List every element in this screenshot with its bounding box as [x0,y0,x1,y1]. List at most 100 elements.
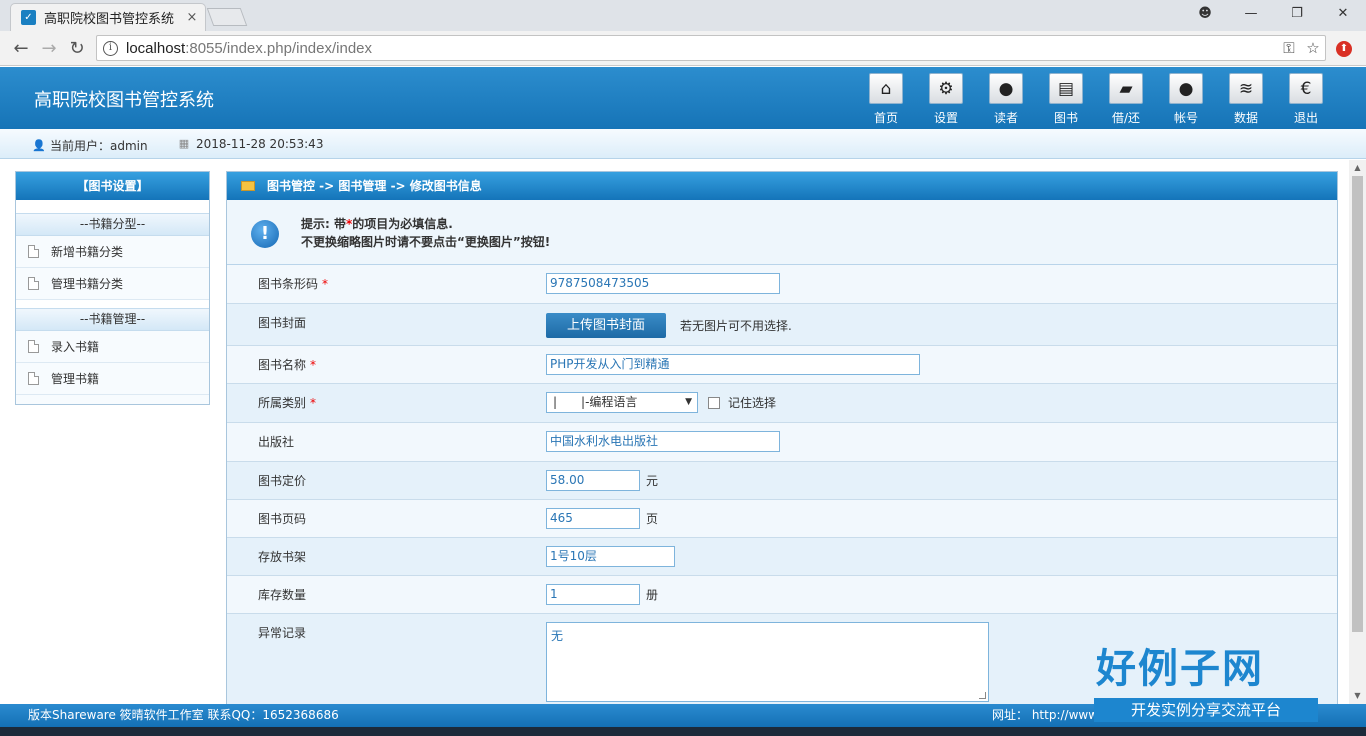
barcode-label: 图书条形码 [258,277,319,291]
footer-copyright: 版本Shareware 筱晴软件工作室 联系QQ：1652368686 [28,708,339,722]
scrollbar-thumb[interactable] [1352,176,1363,632]
field-value: 中国水利水电出版社 [546,431,780,452]
browser-tab[interactable]: ✓ 高职院校图书管控系统 × [10,3,206,31]
remark-textarea[interactable]: 无 [546,622,989,702]
app-header: 高职院校图书管控系统 ⌂ 首页 ⚙ 设置 ● 读者 ▤ 图书 ▰ 借/还 ● 帐… [0,67,1366,129]
sidebar-item-add-category[interactable]: 新增书籍分类 [16,236,209,268]
upload-cover-button[interactable]: 上传图书封面 [546,313,666,338]
password-key-icon[interactable]: ⚿ [1277,39,1301,57]
calendar-icon: ▦ [178,137,190,150]
sidebar-group-title: --书籍管理-- [16,308,209,331]
sidebar-group-title: --书籍分型-- [16,213,209,236]
cover-hint: 若无图片可不用选择. [680,319,792,333]
tip-line1-b: 的项目为必填信息. [352,217,453,231]
current-datetime: ▦ 2018-11-28 20:53:43 [178,137,324,151]
nav-label: 读者 [993,111,1018,125]
field-value: 465 页 [546,508,658,529]
book-name-input[interactable]: PHP开发从入门到精通 [546,354,920,375]
url-text[interactable]: localhost:8055/index.php/index/index [126,40,1277,57]
sidebar: 【图书设置】 --书籍分型-- 新增书籍分类 管理书籍分类 --书籍管理-- 录… [15,171,210,405]
required-star: * [322,277,329,291]
restore-icon[interactable]: ❐ [1274,0,1320,28]
category-label: 所属类别 [258,396,307,410]
barcode-input[interactable]: 9787508473505 [546,273,780,294]
sidebar-item-add-book[interactable]: 录入书籍 [16,331,209,363]
watermark-logo: 好例子网 开发实例分享交流平台 [1094,636,1324,726]
remember-checkbox[interactable] [708,396,720,409]
field-value: 无 [546,622,989,702]
tip-box: ! 提示: 带*的项目为必填信息. 不更换缩略图片时请不要点击“更换图片”按钮! [227,200,1337,265]
sidebar-item-label: 录入书籍 [51,340,100,354]
nav-readers[interactable]: ● 读者 [976,73,1036,126]
breadcrumb-text: 图书管控 -> 图书管理 -> 修改图书信息 [267,179,482,193]
nav-label: 首页 [873,111,898,125]
nav-settings[interactable]: ⚙ 设置 [916,73,976,126]
nav-account[interactable]: ● 帐号 [1156,73,1216,126]
remark-label: 异常记录 [258,626,307,640]
document-icon [28,277,39,290]
nav-label: 退出 [1293,111,1318,125]
nav-data[interactable]: ≋ 数据 [1216,73,1276,126]
price-input[interactable]: 58.00 [546,470,640,491]
shelf-input[interactable]: 1号10层 [546,546,675,567]
forward-icon[interactable]: → [38,38,60,60]
close-window-icon[interactable]: ✕ [1320,0,1366,28]
tab-close-icon[interactable]: × [183,10,201,25]
sidebar-item-label: 管理书籍分类 [51,277,124,291]
sidebar-spacer [16,200,209,213]
scroll-up-icon[interactable]: ▲ [1349,160,1366,176]
browser-tabbar: ✓ 高职院校图书管控系统 × ☻ — ❐ ✕ [0,0,1366,31]
form-row-pages: 图书页码 465 页 [227,500,1337,538]
form-row-cover: 图书封面 上传图书封面 若无图片可不用选择. [227,304,1337,346]
minimize-icon[interactable]: — [1228,0,1274,28]
form-row-publisher: 出版社 中国水利水电出版社 [227,423,1337,462]
name-label: 图书名称 [258,358,307,372]
nav-logout[interactable]: € 退出 [1276,73,1336,126]
stock-label: 库存数量 [258,588,307,602]
nav-home[interactable]: ⌂ 首页 [856,73,916,126]
tip-line1-a: 提示: 带 [301,217,346,231]
home-icon: ⌂ [869,73,903,104]
form-row-name: 图书名称 * PHP开发从入门到精通 [227,346,1337,384]
nav-label: 数据 [1233,111,1258,125]
current-user: 👤 当前用户： admin [32,137,148,154]
profile-icon[interactable]: ☻ [1182,0,1228,28]
field-value: PHP开发从入门到精通 [546,354,920,375]
info-icon: ! [251,220,279,248]
back-icon[interactable]: ← [10,38,32,60]
scroll-down-icon[interactable]: ▼ [1349,688,1366,704]
shelf-label: 存放书架 [258,550,307,564]
datetime-text: 2018-11-28 20:53:43 [196,137,324,151]
breadcrumb: 图书管控 -> 图书管理 -> 修改图书信息 [227,172,1337,200]
nav-label: 帐号 [1173,111,1198,125]
user-info-bar: 👤 当前用户： admin ▦ 2018-11-28 20:53:43 [0,129,1366,159]
document-icon [28,245,39,258]
new-tab-button[interactable] [206,8,248,26]
sidebar-item-manage-category[interactable]: 管理书籍分类 [16,268,209,300]
form-row-barcode: 图书条形码 * 9787508473505 [227,265,1337,304]
field-value: | |-编程语言 记住选择 [546,392,776,413]
category-select[interactable]: | |-编程语言 [546,392,698,413]
pages-input[interactable]: 465 [546,508,640,529]
stock-unit: 册 [646,588,659,602]
address-bar[interactable]: i localhost:8055/index.php/index/index ⚿… [96,35,1326,61]
page-scrollbar[interactable]: ▲ ▼ [1349,160,1366,704]
stock-input[interactable]: 1 [546,584,640,605]
pages-unit: 页 [646,512,659,526]
site-info-icon[interactable]: i [103,40,118,56]
watermark-title: 好例子网 [1096,646,1264,692]
user-icon: ● [1169,73,1203,104]
nav-borrow-return[interactable]: ▰ 借/还 [1096,73,1156,126]
document-icon [28,340,39,353]
sidebar-item-manage-books[interactable]: 管理书籍 [16,363,209,395]
reload-icon[interactable]: ↻ [66,38,88,60]
os-taskbar [0,727,1366,736]
publisher-input[interactable]: 中国水利水电出版社 [546,431,780,452]
nav-label: 图书 [1053,111,1078,125]
form-row-price: 图书定价 58.00 元 [227,462,1337,500]
gears-icon: ⚙ [929,73,963,104]
extension-icon[interactable]: ⬆ [1336,41,1352,57]
nav-books[interactable]: ▤ 图书 [1036,73,1096,126]
bookmark-star-icon[interactable]: ☆ [1301,39,1325,57]
field-label: 图书条形码 * [258,275,328,292]
